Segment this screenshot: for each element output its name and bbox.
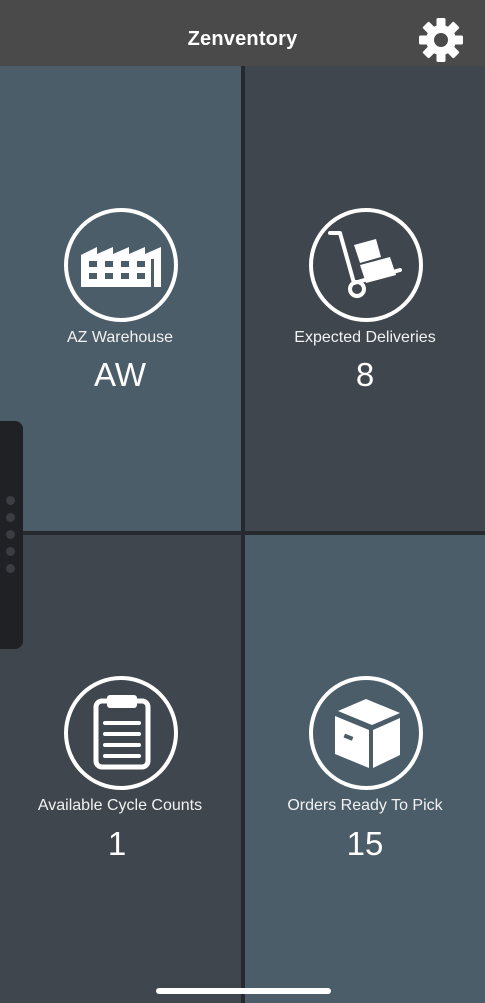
handle-dot [6, 547, 15, 556]
clipboard-icon [63, 675, 179, 791]
tile-warehouse-label: AZ Warehouse [66, 329, 174, 346]
tile-cycle-counts-value: 1 [107, 825, 127, 862]
handle-dot [6, 530, 15, 539]
tile-cycle-counts[interactable]: Available Cycle Counts 1 [0, 535, 241, 1003]
app-title: Zenventory [187, 28, 298, 50]
side-drawer-handle[interactable] [0, 421, 23, 649]
handle-dot [6, 513, 15, 522]
tile-cycle-counts-label: Available Cycle Counts [37, 797, 203, 814]
warehouse-icon [63, 207, 179, 323]
tile-orders-ready-value: 15 [346, 825, 384, 862]
tile-orders-ready[interactable]: Orders Ready To Pick 15 [245, 535, 485, 1003]
app-screen: Zenventory AZ Warehouse AW Expected Deli… [0, 0, 485, 1003]
tile-expected-deliveries-label: Expected Deliveries [294, 329, 436, 346]
tile-expected-deliveries[interactable]: Expected Deliveries 8 [245, 66, 485, 531]
home-indicator[interactable] [156, 988, 331, 994]
tile-expected-deliveries-value: 8 [355, 356, 375, 393]
settings-button[interactable] [416, 15, 466, 65]
gear-icon [416, 15, 466, 65]
tile-warehouse[interactable]: AZ Warehouse AW [0, 66, 241, 531]
tile-warehouse-value: AW [94, 356, 146, 393]
hand-truck-icon [308, 207, 424, 323]
box-icon [308, 675, 424, 791]
handle-dot [6, 496, 15, 505]
handle-dot [6, 564, 15, 573]
app-header: Zenventory [0, 0, 485, 66]
tile-orders-ready-label: Orders Ready To Pick [287, 797, 443, 814]
